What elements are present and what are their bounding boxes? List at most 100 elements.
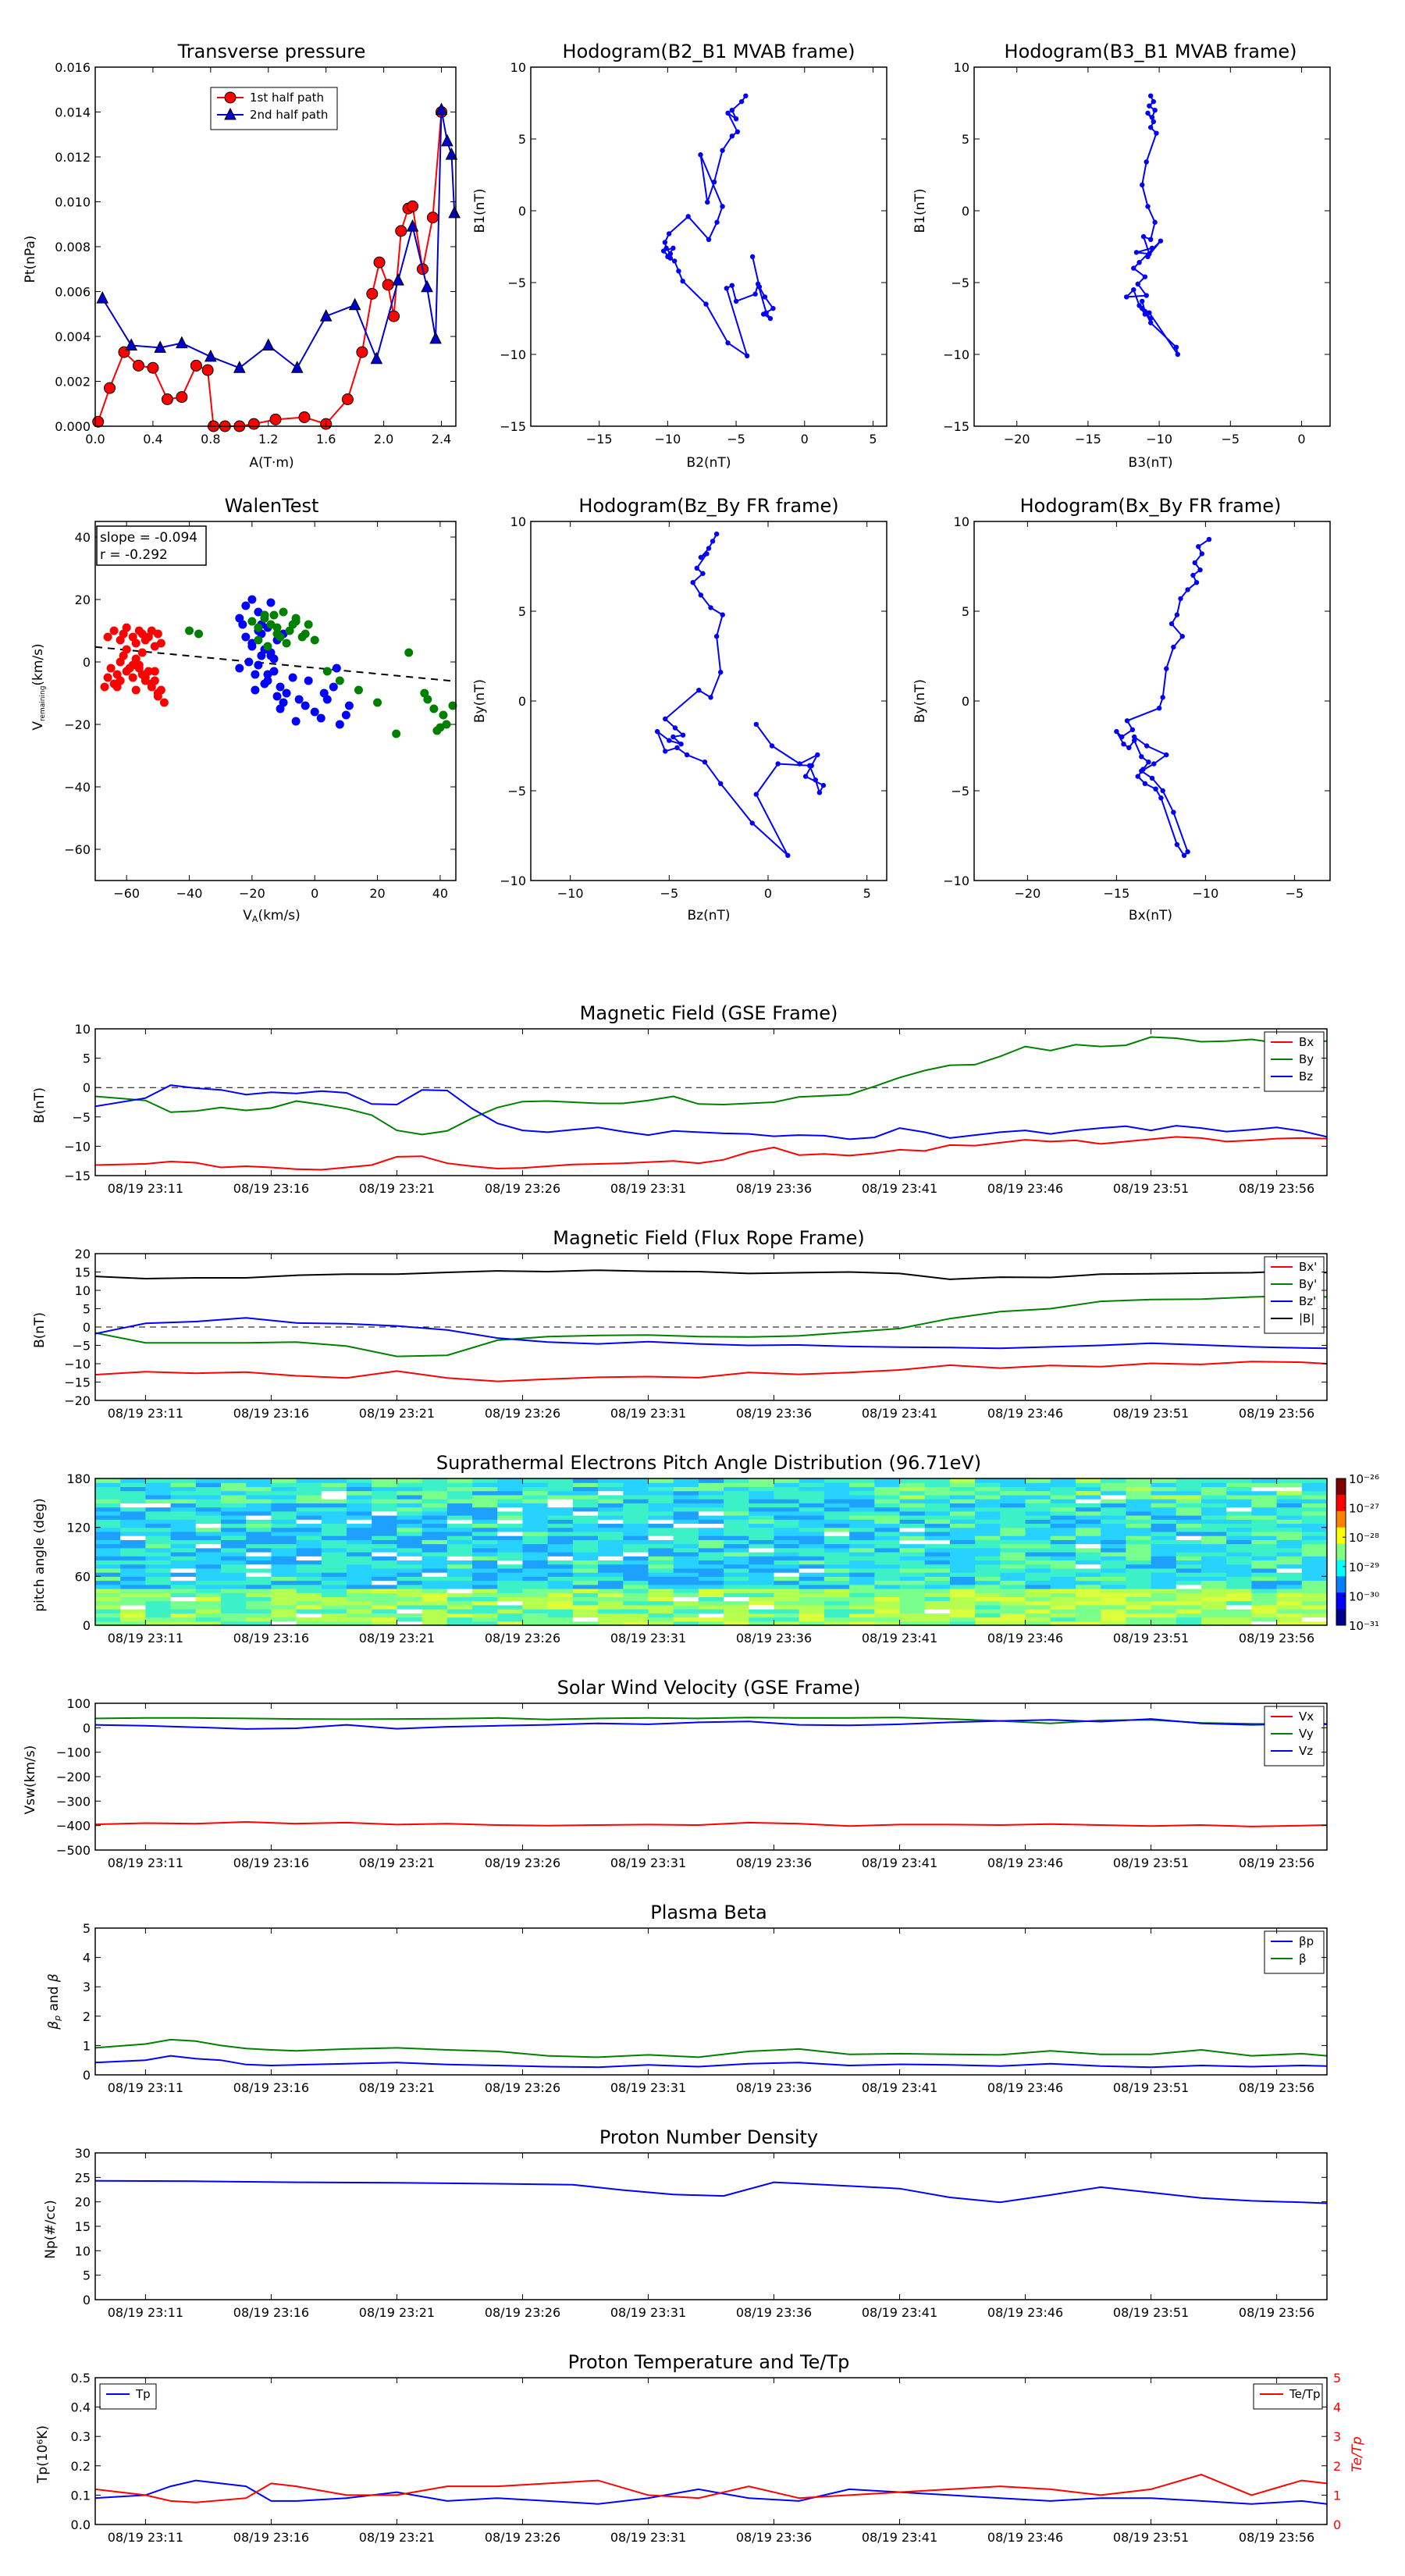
heatmap-cell — [422, 1584, 448, 1589]
scatter-point — [260, 679, 269, 688]
y-tick-label: 0 — [83, 1720, 91, 1735]
legend-label: 1st half path — [250, 91, 324, 105]
heatmap-cell — [849, 1539, 875, 1545]
heatmap-cell — [749, 1535, 775, 1540]
x-tick-label: 08/19 23:36 — [736, 1181, 812, 1196]
heatmap-cell — [547, 1507, 574, 1512]
heatmap-cell — [221, 1478, 247, 1483]
heatmap-cell — [95, 1519, 121, 1525]
heatmap-cell — [195, 1543, 222, 1549]
scatter-point — [153, 629, 162, 639]
scatter-point — [429, 704, 439, 713]
x-tick-label: 08/19 23:21 — [359, 1181, 435, 1196]
heatmap-cell — [1276, 1552, 1303, 1557]
heatmap-cell — [1075, 1510, 1101, 1516]
heatmap-cell — [849, 1543, 875, 1549]
heatmap-cell — [874, 1580, 901, 1585]
heatmap-cell — [899, 1523, 926, 1528]
heatmap-cell — [221, 1499, 247, 1503]
heatmap-cell — [823, 1507, 850, 1512]
heatmap-cell — [698, 1519, 724, 1525]
data-point — [1144, 293, 1149, 298]
x-tick-label: 0.0 — [85, 432, 105, 447]
scatter-point — [335, 676, 344, 685]
heatmap-cell — [1025, 1523, 1051, 1528]
heatmap-cell — [724, 1552, 749, 1557]
heatmap-cell — [1151, 1613, 1177, 1618]
data-point — [1156, 706, 1162, 711]
data-point — [1154, 130, 1159, 136]
legend — [1264, 1706, 1325, 1767]
heatmap-cell — [598, 1547, 624, 1553]
heatmap-cell — [1101, 1486, 1126, 1492]
heatmap-cell — [1000, 1556, 1026, 1561]
heatmap-cell — [246, 1576, 272, 1582]
heatmap-cell — [95, 1576, 121, 1582]
data-point — [1119, 734, 1125, 740]
heatmap-cell — [547, 1609, 574, 1614]
figure: 1st half path2nd half path0.0000.0020.00… — [23, 41, 1379, 2545]
x-tick-label: 08/19 23:21 — [359, 1631, 435, 1646]
heatmap-cell — [195, 1539, 222, 1545]
heatmap-cell — [397, 1613, 423, 1618]
heatmap-cell — [1000, 1592, 1026, 1598]
heatmap-cell — [623, 1560, 649, 1565]
heatmap-cell — [924, 1564, 951, 1569]
heatmap-cell — [1101, 1560, 1126, 1565]
heatmap-cell — [221, 1539, 247, 1545]
data-point — [753, 792, 759, 797]
heatmap-cell — [397, 1576, 423, 1582]
heatmap-cell — [472, 1609, 498, 1614]
heatmap-cell — [623, 1584, 649, 1589]
heatmap-cell — [397, 1510, 423, 1516]
axes-plasma-beta: 01234508/19 23:11 08/19 23:16 08/19 23:21 0… — [83, 1921, 1327, 2095]
series-plasma-beta-1 — [94, 2038, 1328, 2058]
heatmap-cell — [598, 1584, 624, 1589]
heatmap-cell — [145, 1519, 172, 1525]
heatmap-cell — [321, 1494, 347, 1500]
data-point — [720, 612, 725, 617]
heatmap-cell — [1176, 1584, 1202, 1589]
series-line — [655, 533, 825, 856]
heatmap-cell — [823, 1482, 850, 1488]
heatmap-cell — [472, 1592, 498, 1598]
heatmap-cell — [949, 1539, 976, 1545]
data-point — [132, 359, 144, 372]
heatmap-cell — [95, 1592, 121, 1598]
data-point — [421, 279, 433, 293]
heatmap-cell — [1025, 1478, 1051, 1483]
heatmap-cell — [1200, 1596, 1227, 1602]
heatmap-cell — [774, 1535, 800, 1540]
heatmap-cell — [774, 1503, 800, 1508]
heatmap-cell — [372, 1494, 398, 1500]
heatmap-cell — [673, 1499, 699, 1503]
heatmap-cell — [874, 1490, 901, 1496]
data-point — [680, 278, 685, 284]
heatmap-cell — [296, 1547, 322, 1553]
heatmap-cell — [1226, 1515, 1252, 1520]
y-tick-label: 0.006 — [55, 285, 91, 300]
heatmap-cell — [497, 1556, 524, 1561]
heatmap-cell — [1050, 1613, 1076, 1618]
legend-label: Te/Tp — [1289, 2387, 1321, 2401]
heatmap-cell — [698, 1499, 724, 1503]
heatmap-cell — [271, 1572, 297, 1577]
heatmap-cell — [170, 1486, 197, 1492]
heatmap-cell — [221, 1600, 247, 1606]
data-point — [1171, 809, 1176, 815]
heatmap-cell — [572, 1567, 599, 1573]
heatmap-cell — [120, 1482, 147, 1488]
heatmap-cell — [724, 1584, 749, 1589]
heatmap-cell — [145, 1482, 172, 1488]
data-point — [705, 199, 710, 205]
heatmap-cell — [120, 1567, 147, 1573]
heatmap-cell — [1000, 1539, 1026, 1545]
data-point — [752, 291, 758, 297]
heatmap-cell — [296, 1596, 322, 1602]
x-axis-label-hodogram-b3-b1: B3(nT) — [1129, 455, 1173, 471]
heatmap-cell — [1126, 1539, 1152, 1545]
heatmap-cell — [774, 1478, 800, 1483]
heatmap-cell — [271, 1580, 297, 1585]
y-tick-label: 10 — [510, 514, 526, 529]
heatmap-cell — [924, 1600, 951, 1606]
